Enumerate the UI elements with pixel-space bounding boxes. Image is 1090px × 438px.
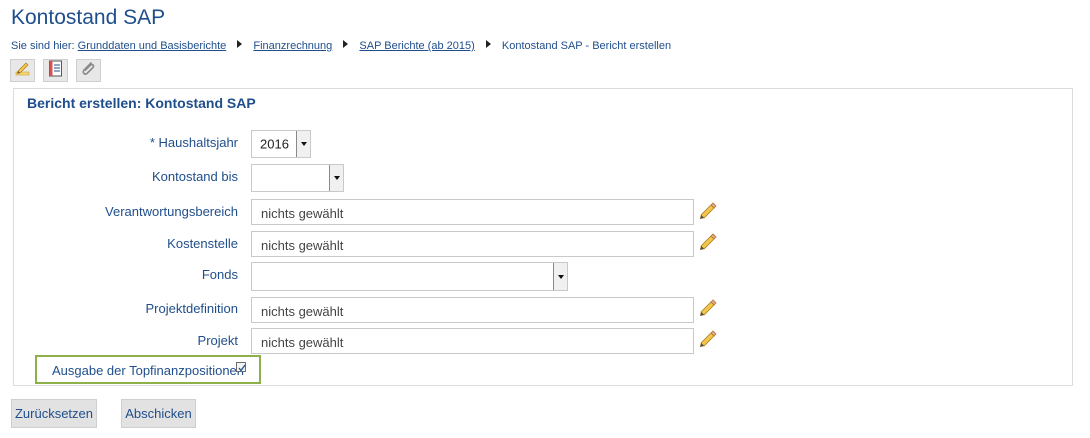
haushaltsjahr-label: * Haushaltsjahr (149, 135, 238, 150)
haushaltsjahr-select[interactable]: 2016 (251, 130, 311, 158)
breadcrumb-arrow-icon (343, 40, 349, 48)
edit-button[interactable] (10, 59, 35, 82)
document-button[interactable] (43, 59, 68, 82)
verantwortungsbereich-value: nichts gewählt (261, 206, 344, 221)
edit-pencil-icon (14, 60, 31, 82)
projektdefinition-field[interactable]: nichts gewählt (251, 297, 694, 323)
breadcrumb-link-sap-berichte[interactable]: SAP Berichte (ab 2015) (359, 40, 474, 52)
chevron-down-icon (296, 131, 310, 157)
edit-pencil-icon[interactable] (698, 200, 718, 220)
projekt-value: nichts gewählt (261, 335, 344, 350)
breadcrumb-prefix: Sie sind hier: (11, 40, 75, 52)
projektdefinition-value: nichts gewählt (261, 304, 344, 319)
fonds-label: Fonds (201, 267, 238, 282)
breadcrumb-arrow-icon (485, 40, 491, 48)
kostenstelle-label: Kostenstelle (167, 236, 238, 251)
checkmark-icon (238, 364, 246, 372)
form-title: Bericht erstellen: Kontostand SAP (27, 95, 256, 111)
reset-button[interactable]: Zurücksetzen (11, 399, 97, 428)
chevron-down-icon (329, 165, 343, 191)
breadcrumb-current: Kontostand SAP - Bericht erstellen (501, 40, 672, 52)
topfinanz-checkbox[interactable] (236, 362, 246, 372)
kontostand-bis-select[interactable] (251, 164, 344, 192)
paperclip-icon (80, 60, 97, 82)
breadcrumb-link-grunddaten[interactable]: Grunddaten und Basisberichte (78, 40, 227, 52)
breadcrumb-link-finanzrechnung[interactable]: Finanzrechnung (253, 40, 332, 52)
projekt-field[interactable]: nichts gewählt (251, 328, 694, 354)
breadcrumb-arrow-icon (237, 40, 243, 48)
verantwortungsbereich-field[interactable]: nichts gewählt (251, 199, 694, 225)
submit-button[interactable]: Abschicken (121, 399, 196, 428)
edit-pencil-icon[interactable] (698, 297, 718, 317)
kostenstelle-value: nichts gewählt (261, 238, 344, 253)
attach-button[interactable] (76, 59, 101, 82)
kontostand-bis-label: Kontostand bis (151, 169, 238, 184)
verantwortungsbereich-label: Verantwortungsbereich (105, 204, 238, 219)
topfinanz-label: Ausgabe der Topfinanzpositionen (52, 363, 245, 378)
breadcrumb: Sie sind hier: Grunddaten und Basisberic… (11, 40, 671, 52)
fonds-select[interactable] (251, 262, 568, 291)
chevron-down-icon (553, 263, 567, 290)
edit-pencil-icon[interactable] (698, 328, 718, 348)
haushaltsjahr-value: 2016 (260, 136, 289, 152)
page-title: Kontostand SAP (11, 6, 166, 29)
kostenstelle-field[interactable]: nichts gewählt (251, 231, 694, 257)
edit-pencil-icon[interactable] (698, 231, 718, 251)
projekt-label: Projekt (197, 333, 238, 348)
projektdefinition-label: Projektdefinition (145, 301, 239, 316)
document-icon (48, 60, 63, 82)
